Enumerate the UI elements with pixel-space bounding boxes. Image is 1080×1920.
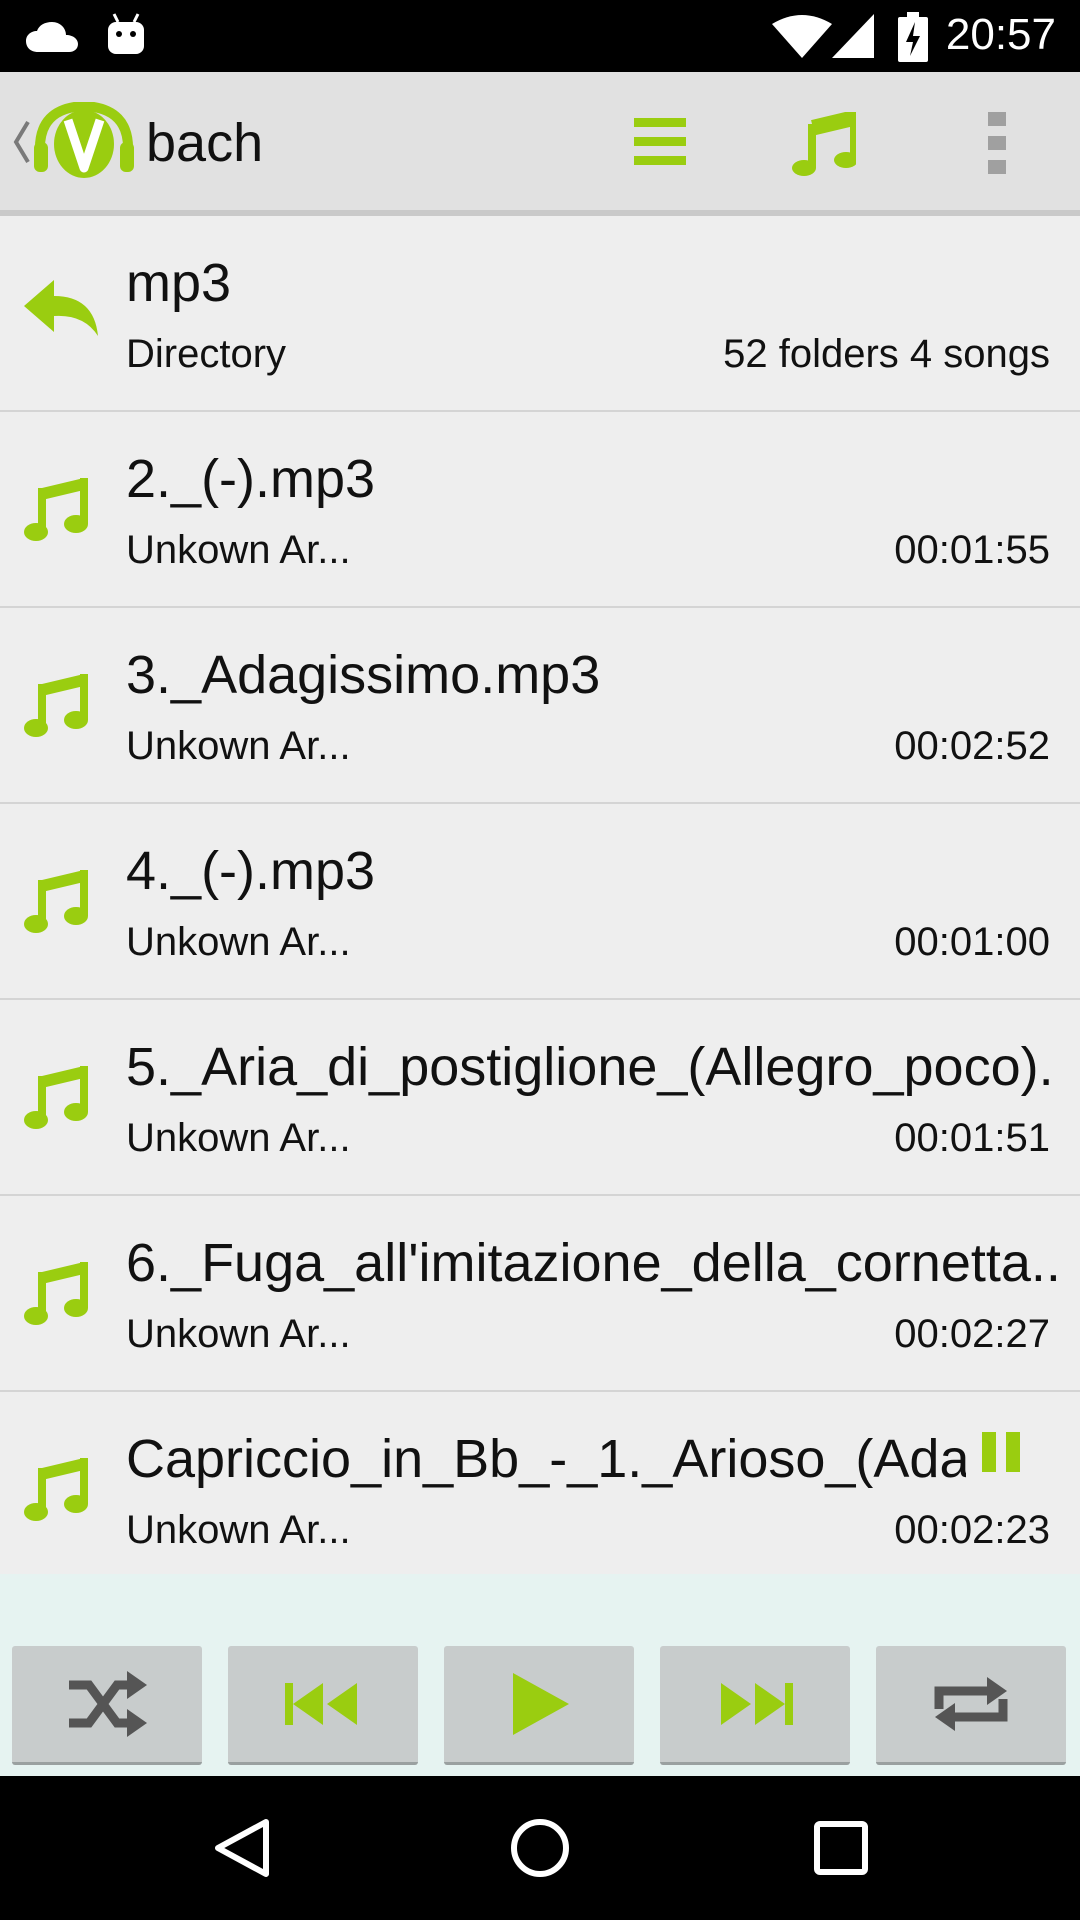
song-title: 5._Aria_di_postiglione_(Allegro_poco).. [126, 1037, 1056, 1097]
song-row[interactable]: 6._Fuga_all'imitazione_della_cornetta.. … [0, 1196, 1080, 1392]
status-bar: 20:57 [0, 0, 1080, 72]
song-duration: 00:01:51 [894, 1116, 1050, 1160]
song-title: 6._Fuga_all'imitazione_della_cornetta.. [126, 1233, 1056, 1293]
play-icon [513, 1673, 569, 1735]
song-duration: 00:02:23 [894, 1508, 1050, 1552]
next-icon [721, 1683, 793, 1725]
system-nav-bar [0, 1776, 1080, 1920]
song-duration: 00:02:27 [894, 1312, 1050, 1356]
song-artist: Unkown Ar... [126, 1508, 351, 1552]
overflow-menu-icon[interactable] [988, 112, 1006, 174]
music-note-icon [24, 674, 88, 737]
cloud-icon [26, 22, 78, 52]
cell-signal-icon [832, 14, 874, 58]
list-footer-space [0, 1574, 1080, 1634]
music-note-icon [24, 1458, 88, 1521]
shuffle-icon [69, 1671, 147, 1737]
music-note-icon [24, 1262, 88, 1325]
action-bar: bach [0, 72, 1080, 216]
directory-summary: 52 folders 4 songs [723, 332, 1050, 376]
back-arrow-icon [24, 280, 98, 336]
battery-charging-icon [898, 12, 928, 62]
repeat-button[interactable] [876, 1646, 1066, 1765]
status-clock: 20:57 [945, 10, 1056, 59]
song-title: 2._(-).mp3 [126, 449, 376, 509]
app-title: bach [146, 113, 264, 173]
song-title: 4._(-).mp3 [126, 841, 376, 901]
android-icon [108, 13, 144, 54]
wifi-icon [772, 15, 832, 58]
directory-type-label: Directory [126, 332, 287, 376]
music-note-icon[interactable] [792, 112, 856, 176]
song-duration: 00:01:55 [894, 528, 1050, 572]
repeat-icon [934, 1677, 1008, 1731]
song-artist: Unkown Ar... [126, 1312, 351, 1356]
file-list: mp3 Directory 52 folders 4 songs 2._(-).… [0, 216, 1080, 1574]
next-button[interactable] [660, 1646, 850, 1765]
previous-icon [285, 1683, 357, 1725]
previous-button[interactable] [228, 1646, 418, 1765]
song-artist: Unkown Ar... [126, 1116, 351, 1160]
directory-up-row[interactable]: mp3 Directory 52 folders 4 songs [0, 216, 1080, 412]
play-button[interactable] [444, 1646, 634, 1765]
song-row-now-playing[interactable]: Capriccio_in_Bb_-_1._Arioso_(Ada.. Unkow… [0, 1392, 1080, 1586]
pause-indicator-icon [982, 1432, 1020, 1472]
back-triangle-icon[interactable] [214, 1818, 270, 1878]
song-row[interactable]: 2._(-).mp3 Unkown Ar... 00:01:55 [0, 412, 1080, 608]
home-circle-icon[interactable] [510, 1818, 570, 1878]
song-artist: Unkown Ar... [126, 528, 351, 572]
app-logo-icon[interactable] [34, 102, 134, 180]
list-menu-icon[interactable] [634, 118, 686, 166]
music-note-icon [24, 478, 88, 541]
back-chevron-icon[interactable] [12, 120, 32, 164]
song-row[interactable]: 3._Adagissimo.mp3 Unkown Ar... 00:02:52 [0, 608, 1080, 804]
song-duration: 00:01:00 [894, 920, 1050, 964]
song-artist: Unkown Ar... [126, 920, 351, 964]
music-note-icon [24, 1066, 88, 1129]
directory-name: mp3 [126, 253, 232, 313]
song-row[interactable]: 4._(-).mp3 Unkown Ar... 00:01:00 [0, 804, 1080, 1000]
music-note-icon [24, 870, 88, 933]
recents-square-icon[interactable] [814, 1821, 868, 1875]
song-row[interactable]: 5._Aria_di_postiglione_(Allegro_poco).. … [0, 1000, 1080, 1196]
song-title: 3._Adagissimo.mp3 [126, 645, 601, 705]
shuffle-button[interactable] [12, 1646, 202, 1765]
player-controls [0, 1634, 1080, 1776]
song-duration: 00:02:52 [894, 724, 1050, 768]
song-title: Capriccio_in_Bb_-_1._Arioso_(Ada.. [126, 1429, 966, 1489]
song-artist: Unkown Ar... [126, 724, 351, 768]
